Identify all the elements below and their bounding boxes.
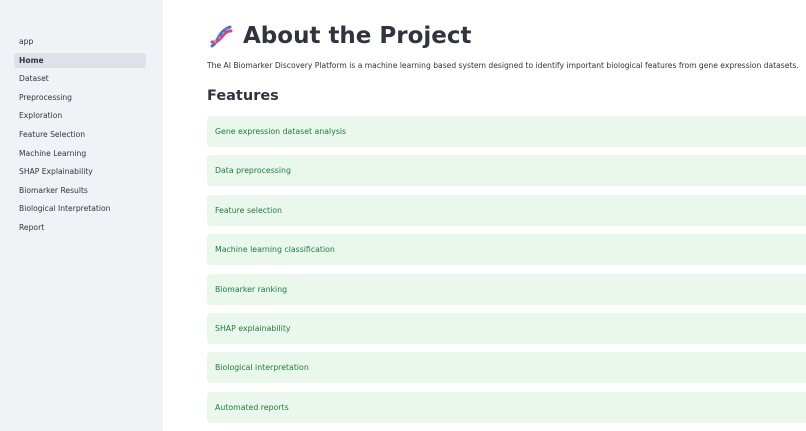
feature-item: Biological interpretation xyxy=(207,352,806,384)
feature-item: Biomarker ranking xyxy=(207,273,806,305)
sidebar-item-preprocessing[interactable]: Preprocessing xyxy=(14,90,146,105)
feature-item: Automated reports xyxy=(207,391,806,423)
feature-item: Feature selection xyxy=(207,194,806,226)
sidebar: app Home Dataset Preprocessing Explorati… xyxy=(0,0,163,431)
page-header: About the Project xyxy=(207,18,472,54)
sidebar-item-biomarker-results[interactable]: Biomarker Results xyxy=(14,183,146,198)
sidebar-item-shap-explainability[interactable]: SHAP Explainability xyxy=(14,164,146,179)
sidebar-item-feature-selection[interactable]: Feature Selection xyxy=(14,127,146,142)
sidebar-item-machine-learning[interactable]: Machine Learning xyxy=(14,146,146,161)
sidebar-item-home[interactable]: Home xyxy=(14,52,146,68)
feature-item: Machine learning classification xyxy=(207,234,806,266)
feature-item: Gene expression dataset analysis xyxy=(207,116,806,147)
main-content: About the Project The AI Biomarker Disco… xyxy=(163,0,806,431)
page-title: About the Project xyxy=(243,23,472,49)
sidebar-nav: app Home Dataset Preprocessing Explorati… xyxy=(14,34,146,239)
sidebar-item-dataset[interactable]: Dataset xyxy=(14,71,146,86)
features-list: Gene expression dataset analysis Data pr… xyxy=(207,116,806,431)
dna-icon xyxy=(210,25,233,48)
sidebar-item-app[interactable]: app xyxy=(14,34,146,49)
feature-item: SHAP explainability xyxy=(207,312,806,344)
sidebar-item-exploration[interactable]: Exploration xyxy=(14,108,146,123)
project-description: The AI Biomarker Discovery Platform is a… xyxy=(207,61,799,70)
features-heading: Features xyxy=(207,88,279,104)
sidebar-item-biological-interpretation[interactable]: Biological Interpretation xyxy=(14,201,146,216)
sidebar-item-report[interactable]: Report xyxy=(14,220,146,235)
feature-item: Data preprocessing xyxy=(207,155,806,187)
